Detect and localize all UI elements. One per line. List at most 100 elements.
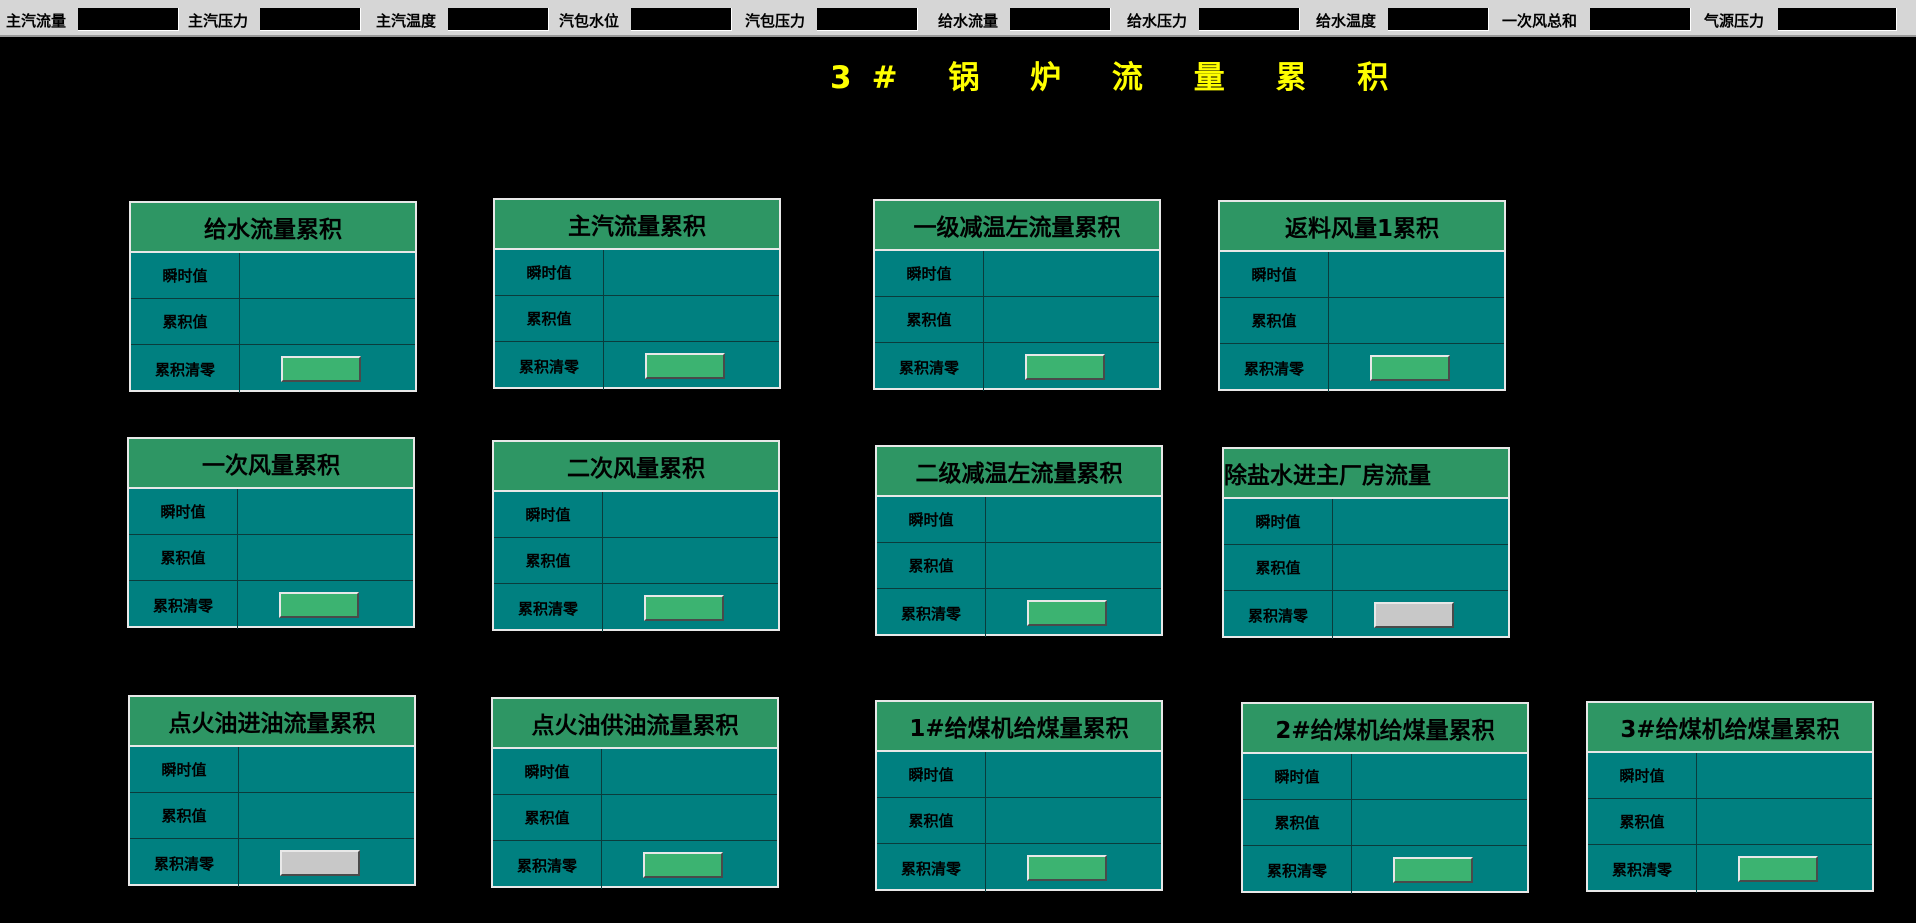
reset-row: 累积清零 [1220,344,1504,392]
accum-value [240,793,414,838]
panel-title: 除盐水进主厂房流量 [1224,449,1508,499]
reset-cell [1698,845,1872,893]
reset-button[interactable] [1393,857,1473,883]
accum-row: 累积值 [1224,545,1508,591]
instant-value [985,251,1159,296]
panel-title: 1#给煤机给煤量累积 [877,702,1161,752]
status-value-box [1010,8,1111,31]
reset-label: 累积清零 [1588,845,1697,893]
accum-label: 累积值 [1224,545,1333,590]
accum-value [603,795,777,840]
status-label: 给水温度 [1316,12,1377,30]
instant-label: 瞬时值 [1243,754,1352,799]
instant-row: 瞬时值 [1220,252,1504,298]
reset-button[interactable] [281,356,361,382]
accum-label: 累积值 [131,299,240,344]
panel-title: 二级减温左流量累积 [877,447,1161,497]
status-label: 汽包压力 [745,12,806,30]
instant-row: 瞬时值 [877,752,1161,798]
instant-label: 瞬时值 [877,497,986,542]
status-value-box [1199,8,1300,31]
panel-title: 主汽流量累积 [495,200,779,250]
instant-label: 瞬时值 [130,747,239,792]
accum-label: 累积值 [129,535,238,580]
panel-main-steam-flow: 主汽流量累积 瞬时值 累积值 累积清零 [493,198,781,390]
reset-button[interactable] [279,592,359,618]
page-title: 3# 锅 炉 流 量 累 积 [830,60,1409,96]
accum-row: 累积值 [495,296,779,342]
reset-label: 累积清零 [1220,344,1329,392]
instant-label: 瞬时值 [493,749,602,794]
accum-row: 累积值 [1220,298,1504,344]
reset-row: 累积清零 [493,841,777,889]
status-label: 汽包水位 [559,12,620,30]
reset-row: 累积清零 [877,844,1161,892]
panel-title: 给水流量累积 [131,203,415,253]
reset-button[interactable] [280,850,360,876]
instant-value [239,489,413,534]
accum-value [604,538,778,583]
accum-label: 累积值 [877,543,986,588]
instant-value [1330,252,1504,297]
reset-button[interactable] [643,852,723,878]
accum-label: 累积值 [1243,800,1352,845]
status-label: 一次风总和 [1502,12,1578,30]
reset-row: 累积清零 [1588,845,1872,893]
accum-label: 累积值 [877,798,986,843]
accum-row: 累积值 [875,297,1159,343]
instant-value [603,749,777,794]
panel-secondary-air: 二次风量累积 瞬时值 累积值 累积清零 [492,440,780,632]
reset-button[interactable] [1027,600,1107,626]
reset-row: 累积清零 [1224,591,1508,639]
panel-ignition-oil-supply-flow: 点火油供油流量累积 瞬时值 累积值 累积清零 [491,697,779,889]
accum-value [985,297,1159,342]
instant-value [605,250,779,295]
panel-desalted-water-flow: 除盐水进主厂房流量 瞬时值 累积值 累积清零 [1222,447,1510,639]
reset-label: 累积清零 [129,581,238,629]
accum-value [987,798,1161,843]
instant-row: 瞬时值 [877,497,1161,543]
accum-row: 累积值 [129,535,413,581]
reset-cell [987,589,1161,637]
accum-value [241,299,415,344]
reset-button[interactable] [1025,354,1105,380]
status-value-box [78,8,179,31]
panel-ignition-oil-in-flow: 点火油进油流量累积 瞬时值 累积值 累积清零 [128,695,416,887]
reset-cell [241,345,415,393]
instant-value [987,497,1161,542]
reset-label: 累积清零 [1243,846,1352,894]
accum-label: 累积值 [875,297,984,342]
reset-cell [239,581,413,629]
panel-title: 返料风量1累积 [1220,202,1504,252]
status-label: 给水流量 [938,12,999,30]
reset-cell [604,584,778,632]
panel-title: 一次风量累积 [129,439,413,489]
reset-row: 累积清零 [130,839,414,887]
instant-row: 瞬时值 [1588,753,1872,799]
panel-title: 2#给煤机给煤量累积 [1243,704,1527,754]
instant-row: 瞬时值 [130,747,414,793]
accum-row: 累积值 [493,795,777,841]
panel-coal-feeder-1: 1#给煤机给煤量累积 瞬时值 累积值 累积清零 [875,700,1163,892]
reset-button[interactable] [1738,856,1818,882]
reset-button[interactable] [1374,602,1454,628]
accum-label: 累积值 [494,538,603,583]
reset-row: 累积清零 [495,342,779,390]
reset-button[interactable] [1370,355,1450,381]
status-label: 主汽压力 [188,12,249,30]
reset-button[interactable] [645,353,725,379]
reset-row: 累积清零 [1243,846,1527,894]
accum-value [605,296,779,341]
reset-button[interactable] [644,595,724,621]
reset-button[interactable] [1027,855,1107,881]
panel-feedwater-flow: 给水流量累积 瞬时值 累积值 累积清零 [129,201,417,393]
status-value-box [817,8,918,31]
status-label: 气源压力 [1704,12,1765,30]
reset-label: 累积清零 [131,345,240,393]
accum-label: 累积值 [493,795,602,840]
instant-label: 瞬时值 [129,489,238,534]
status-value-box [631,8,732,31]
accum-label: 累积值 [130,793,239,838]
instant-value [1698,753,1872,798]
reset-cell [985,343,1159,391]
